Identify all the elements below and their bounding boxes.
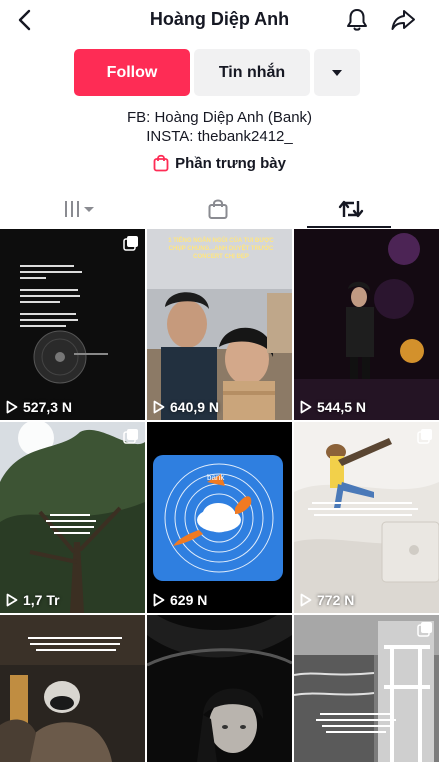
video-preview-image <box>0 615 145 762</box>
play-icon <box>6 400 18 414</box>
message-button[interactable]: Tin nhắn <box>194 49 310 96</box>
video-thumbnail[interactable] <box>0 615 145 762</box>
shopping-bag-icon <box>153 154 169 172</box>
multi-photo-icon <box>417 429 432 444</box>
profile-tabs <box>0 190 439 228</box>
play-icon <box>6 593 18 607</box>
play-icon <box>153 400 165 414</box>
more-options-button[interactable] <box>314 49 360 96</box>
showcase-label: Phần trưng bày <box>175 154 286 172</box>
video-thumbnail[interactable]: 1 TIẾNG NGẮN NGỦI CỦA TUI ĐƯỢC CHỤP CHUN… <box>147 229 292 420</box>
play-icon <box>153 593 165 607</box>
play-icon <box>300 593 312 607</box>
video-preview-image <box>0 422 145 613</box>
video-thumbnail[interactable]: 544,5 N <box>294 229 439 420</box>
bell-icon[interactable] <box>344 7 370 33</box>
chevron-left-icon[interactable] <box>14 8 38 32</box>
view-count: 772 N <box>300 592 354 608</box>
video-thumbnail[interactable]: bank 629 N <box>147 422 292 613</box>
grid-bars-icon <box>65 201 94 217</box>
profile-actions: Follow Tin nhắn <box>0 49 439 97</box>
view-count: 629 N <box>153 592 207 608</box>
shopping-bag-icon <box>208 199 228 219</box>
share-arrow-icon[interactable] <box>390 7 416 33</box>
showcase-link[interactable]: Phần trưng bày <box>0 152 439 174</box>
video-preview-image <box>0 229 145 420</box>
profile-bio: FB: Hoàng Diệp Anh (Bank) INSTA: thebank… <box>0 108 439 146</box>
follow-button[interactable]: Follow <box>74 49 190 96</box>
tab-reposts[interactable] <box>278 190 424 228</box>
video-preview-image <box>294 229 439 420</box>
video-preview-image <box>294 615 439 762</box>
video-thumbnail[interactable]: 772 N <box>294 422 439 613</box>
multi-photo-icon <box>123 429 138 444</box>
play-icon <box>300 400 312 414</box>
caret-down-icon <box>332 69 342 76</box>
view-count: 1,7 Tr <box>6 592 60 608</box>
video-thumbnail[interactable] <box>294 615 439 762</box>
multi-photo-icon <box>417 622 432 637</box>
video-caption: bank <box>207 473 225 482</box>
video-caption: 1 TIẾNG NGẮN NGỦI CỦA TUI ĐƯỢC CHỤP CHUN… <box>168 238 274 260</box>
view-count: 544,5 N <box>300 399 366 415</box>
view-count: 527,3 N <box>6 399 72 415</box>
view-count: 640,9 N <box>153 399 219 415</box>
page-title: Hoàng Diệp Anh <box>149 9 290 29</box>
multi-photo-icon <box>123 236 138 251</box>
bio-line-insta: INSTA: thebank2412_ <box>146 128 293 145</box>
video-preview-image <box>294 422 439 613</box>
video-preview-image <box>147 422 292 613</box>
tab-videos[interactable] <box>7 190 153 228</box>
tab-shop[interactable] <box>145 190 291 228</box>
video-thumbnail[interactable]: 527,3 N <box>0 229 145 420</box>
video-thumbnail[interactable] <box>147 615 292 762</box>
video-grid: 527,3 N 1 TIẾNG NGẮN NGỦI CỦA TUI ĐƯỢC C… <box>0 229 439 762</box>
profile-header: Hoàng Diệp Anh <box>0 0 439 44</box>
video-preview-image <box>147 615 292 762</box>
bio-line-fb: FB: Hoàng Diệp Anh (Bank) <box>126 109 313 126</box>
active-tab-indicator <box>307 226 391 228</box>
video-thumbnail[interactable]: 1,7 Tr <box>0 422 145 613</box>
repost-icon <box>338 200 364 218</box>
